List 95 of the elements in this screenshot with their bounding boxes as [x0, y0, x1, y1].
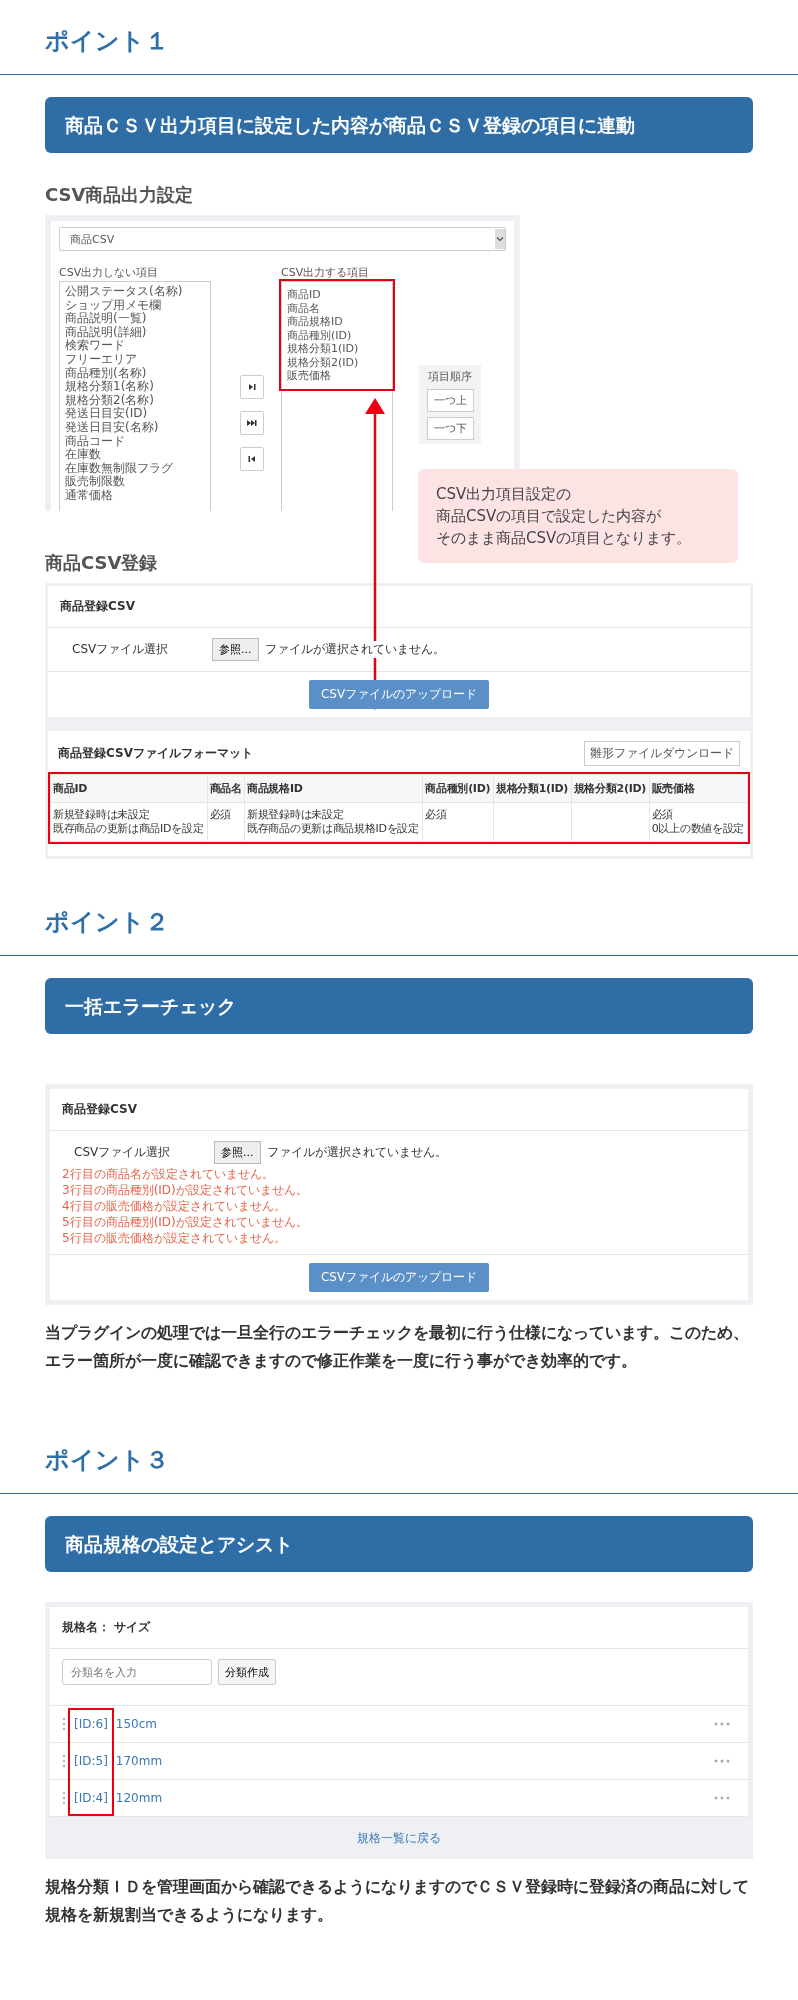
list-item[interactable]: 発送日目安(名称) [65, 420, 205, 435]
table-cell-text: 既存商品の更新は商品規格IDを設定 [247, 822, 420, 836]
column-header: 規格分類1(ID) [493, 774, 572, 803]
section-banner: 商品規格の設定とアシスト [45, 1516, 753, 1572]
column-header: 商品規格ID [244, 774, 423, 803]
list-item[interactable]: 商品種別(名称) [65, 366, 205, 381]
drag-handle-icon[interactable] [62, 1754, 66, 1768]
callout-text: 商品CSVの項目で設定した内容が [436, 506, 663, 527]
order-label: 項目順序 [428, 369, 472, 384]
list-item[interactable]: 公開ステータス(名称) [65, 285, 205, 299]
browse-button[interactable]: 参照... [214, 1141, 261, 1164]
list-item[interactable]: 在庫数無制限フラグ [65, 461, 205, 476]
table-cell-text: 必須 [651, 808, 675, 822]
item-id: [ID:6] [74, 1717, 108, 1731]
move-all-right-button[interactable] [240, 411, 264, 435]
section-banner: 一括エラーチェック [45, 978, 753, 1034]
order-button[interactable]: 一つ上 [426, 389, 474, 412]
error-message: 5行目の商品種別(ID)が設定されていません。 [62, 1214, 309, 1230]
error-message: 4行目の販売価格が設定されていません。 [62, 1198, 287, 1214]
error-message: 3行目の商品種別(ID)が設定されていません。 [62, 1182, 309, 1198]
list-item[interactable]: 規格分類2(名称) [65, 393, 205, 408]
section-heading: ポイント３ [45, 1445, 170, 1475]
table-cell-text: 必須 [425, 808, 448, 822]
item-name[interactable]: 170mm [115, 1754, 714, 1768]
download-button[interactable]: 雛形ファイルダウンロード [584, 741, 740, 766]
table-cell-text: 既存商品の更新は商品IDを設定 [53, 822, 205, 836]
move-right-button[interactable] [240, 375, 264, 399]
list-item[interactable]: 検索ワード [65, 339, 205, 353]
more-icon[interactable] [714, 1796, 730, 1800]
select-field[interactable]: 商品CSV [59, 227, 506, 251]
drag-handle-icon[interactable] [62, 1717, 66, 1731]
list-item[interactable]: 商品種別(ID) [287, 328, 387, 342]
column-header: 商品種別(ID) [422, 774, 494, 803]
list-label: CSV出力しない項目 [59, 265, 160, 281]
section-heading: ポイント１ [45, 26, 170, 56]
table-cell-text: 新規登録時は未設定 [53, 808, 151, 822]
list-item[interactable]: 発送日目安(ID) [65, 407, 205, 421]
error-message: 5行目の販売価格が設定されていません。 [62, 1230, 287, 1246]
skip-left-icon [248, 455, 256, 463]
section-heading: ポイント２ [45, 907, 170, 937]
skip-right-icon [248, 383, 256, 391]
column-header: 商品ID [50, 774, 208, 803]
browse-button[interactable]: 参照... [212, 638, 259, 661]
panel-title: 商品登録CSV [48, 586, 750, 628]
drag-handle-icon[interactable] [62, 1791, 66, 1805]
list-label: CSV出力する項目 [281, 265, 371, 281]
list-box[interactable]: 公開ステータス(名称) ショップ用メモ欄 商品説明(一覧) 商品説明(詳細) 検索ワード フリーエリア 商品種別(名称) 規格分類1(名称) 規格分類2(名称) 発送日目安(ID) 発送日目安(名称) 商品コード 在庫数 在庫数無制限フラグ 販売制限数 通常価格 [59, 281, 211, 511]
panel-title: 商品登録CSV [50, 1089, 748, 1131]
list-item[interactable]: 販売価格 [287, 369, 387, 383]
more-icon[interactable] [714, 1722, 730, 1726]
column-header: 販売価格 [649, 774, 748, 803]
move-left-button[interactable] [240, 447, 264, 471]
field-label: CSVファイル選択 [74, 1144, 172, 1161]
table-cell-text: 新規登録時は未設定 [247, 808, 345, 822]
chevron-down-icon [496, 236, 504, 242]
list-item[interactable]: ショップ用メモ欄 [65, 298, 205, 313]
list-box[interactable]: 商品ID 商品名 商品規格ID 商品種別(ID) 規格分類1(ID) 規格分類2(ID) 販売価格 [281, 281, 393, 511]
column-header: 規格分類2(ID) [571, 774, 650, 803]
list-item[interactable]: 通常価格 [65, 488, 205, 503]
description: 規格分類ＩＤを管理画面から確認できるようになりますのでＣＳＶ登録時に登録済の商品に対して規格を新規割当できるようになります。 [45, 1876, 750, 1926]
more-icon[interactable] [714, 1759, 730, 1763]
list-item[interactable]: 規格分類1(ID) [287, 342, 387, 356]
section-banner: 商品ＣＳＶ出力項目に設定した内容が商品ＣＳＶ登録の項目に連動 [45, 97, 753, 153]
error-message: 2行目の商品名が設定されていません。 [62, 1166, 275, 1182]
fast-forward-icon [247, 419, 257, 427]
list-item[interactable]: 規格分類2(ID) [287, 355, 387, 369]
item-id: [ID:4] [74, 1791, 108, 1805]
callout-text: CSV出力項目設定の [436, 484, 573, 505]
section-title: 商品CSV登録 [45, 551, 159, 575]
list-item[interactable]: 商品規格ID [287, 315, 387, 329]
list-item[interactable]: 在庫数 [65, 448, 205, 462]
input-field[interactable]: 分類名を入力 [62, 1659, 212, 1685]
field-label: CSVファイル選択 [72, 641, 170, 658]
list-item[interactable]: 規格分類1(名称) [65, 380, 205, 394]
description: 当プラグインの処理では一旦全行のエラーチェックを最初に行う仕様になっています。このため、エラー箇所が一度に確認できますので修正作業を一度に行う事ができ効率的です。 [45, 1322, 750, 1372]
list-item[interactable]: 商品名 [287, 301, 387, 315]
panel-title: 規格名： サイズ [50, 1607, 748, 1649]
back-link[interactable]: 規格一覧に戻る [357, 1831, 441, 1845]
create-button[interactable]: 分類作成 [218, 1659, 276, 1685]
table-cell-text: 0以上の数値を設定 [651, 822, 745, 836]
callout-text: そのまま商品CSVの項目となります。 [436, 528, 693, 549]
list-item[interactable]: 商品説明(詳細) [65, 325, 205, 340]
list-item[interactable]: 販売制限数 [65, 475, 205, 489]
table-cell-text: 必須 [209, 808, 233, 822]
section-title: CSV商品出力設定 [45, 183, 195, 207]
column-header: 商品名 [207, 774, 245, 803]
order-button[interactable]: 一つ下 [426, 417, 474, 440]
item-name[interactable]: 150cm [115, 1717, 714, 1731]
list-item[interactable]: 商品説明(一覧) [65, 312, 205, 326]
item-id: [ID:5] [74, 1754, 108, 1768]
list-item[interactable]: 商品ID [287, 288, 387, 302]
list-item[interactable]: 商品コード [65, 434, 205, 449]
panel-title: 商品登録CSVファイルフォーマット [58, 745, 253, 762]
item-name[interactable]: 120mm [115, 1791, 714, 1805]
list-item[interactable]: フリーエリア [65, 352, 205, 367]
